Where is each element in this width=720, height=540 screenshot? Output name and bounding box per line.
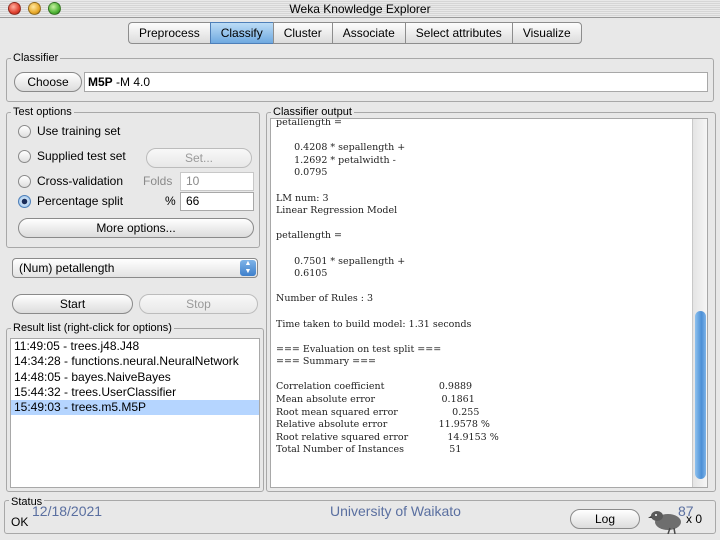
result-list[interactable]: 11:49:05 - trees.j48.J48 14:34:28 - func… — [10, 338, 260, 488]
test-options-section-label: Test options — [11, 105, 74, 119]
use-training-set-radio[interactable] — [18, 125, 31, 138]
set-test-set-button[interactable]: Set... — [146, 148, 252, 168]
tab-preprocess[interactable]: Preprocess — [128, 22, 210, 44]
percentage-split-radio[interactable] — [18, 195, 31, 208]
percentage-split-label: Percentage split — [37, 194, 124, 208]
stop-button[interactable]: Stop — [139, 294, 258, 314]
result-list-section-label: Result list (right-click for options) — [11, 321, 174, 335]
classifier-config-field[interactable]: M5P -M 4.0 — [84, 72, 708, 92]
log-button[interactable]: Log — [570, 509, 640, 529]
footer-date: 12/18/2021 — [32, 503, 103, 519]
classifier-options: -M 4.0 — [116, 75, 151, 89]
window-title: Weka Knowledge Explorer — [289, 2, 431, 16]
tab-select-attributes[interactable]: Select attributes — [404, 22, 512, 44]
start-button[interactable]: Start — [12, 294, 133, 314]
tab-cluster[interactable]: Cluster — [272, 22, 332, 44]
classifier-output-text: petallength = 0.4208 * sepallength + 1.2… — [276, 118, 499, 456]
tab-classify[interactable]: Classify — [209, 22, 273, 44]
target-attribute-select[interactable]: (Num) petallength ▲ ▼ — [12, 258, 258, 278]
footer-organization: University of Waikato — [330, 503, 461, 519]
percent-symbol: % — [165, 194, 176, 208]
target-attribute-value: (Num) petallength — [19, 261, 115, 275]
window-titlebar: Weka Knowledge Explorer — [0, 0, 720, 18]
classifier-output-area[interactable]: petallength = 0.4208 * sepallength + 1.2… — [270, 118, 708, 488]
tab-bar: Preprocess Classify Cluster Associate Se… — [128, 22, 582, 44]
classifier-section-label: Classifier — [11, 51, 61, 65]
supplied-test-set-radio[interactable] — [18, 150, 31, 163]
output-scrollbar-thumb[interactable] — [695, 311, 706, 479]
supplied-test-set-label: Supplied test set — [37, 149, 126, 163]
result-list-item-selected[interactable]: 15:49:03 - trees.m5.M5P — [11, 400, 259, 416]
cross-validation-radio[interactable] — [18, 175, 31, 188]
cross-validation-label: Cross-validation — [37, 174, 124, 188]
footer-page-number: 87 — [678, 503, 694, 519]
classifier-name: M5P — [88, 75, 113, 89]
tab-associate[interactable]: Associate — [331, 22, 405, 44]
status-text: OK — [11, 515, 29, 529]
folds-label: Folds — [143, 174, 173, 188]
tab-visualize[interactable]: Visualize — [511, 22, 582, 44]
output-scrollbar[interactable] — [692, 119, 707, 487]
folds-input[interactable]: 10 — [180, 172, 254, 191]
percentage-split-input[interactable]: 66 — [180, 192, 254, 211]
result-list-item[interactable]: 11:49:05 - trees.j48.J48 — [11, 339, 259, 354]
more-options-button[interactable]: More options... — [18, 218, 254, 238]
result-list-item[interactable]: 14:34:28 - functions.neural.NeuralNetwor… — [11, 354, 259, 369]
dropdown-arrow-icon: ▲ ▼ — [240, 260, 256, 276]
classifier-output-section-label: Classifier output — [271, 105, 354, 119]
result-list-item[interactable]: 14:48:05 - bayes.NaiveBayes — [11, 370, 259, 385]
choose-classifier-button[interactable]: Choose — [14, 72, 82, 92]
result-list-item[interactable]: 15:44:32 - trees.UserClassifier — [11, 385, 259, 400]
use-training-set-label: Use training set — [37, 124, 121, 138]
